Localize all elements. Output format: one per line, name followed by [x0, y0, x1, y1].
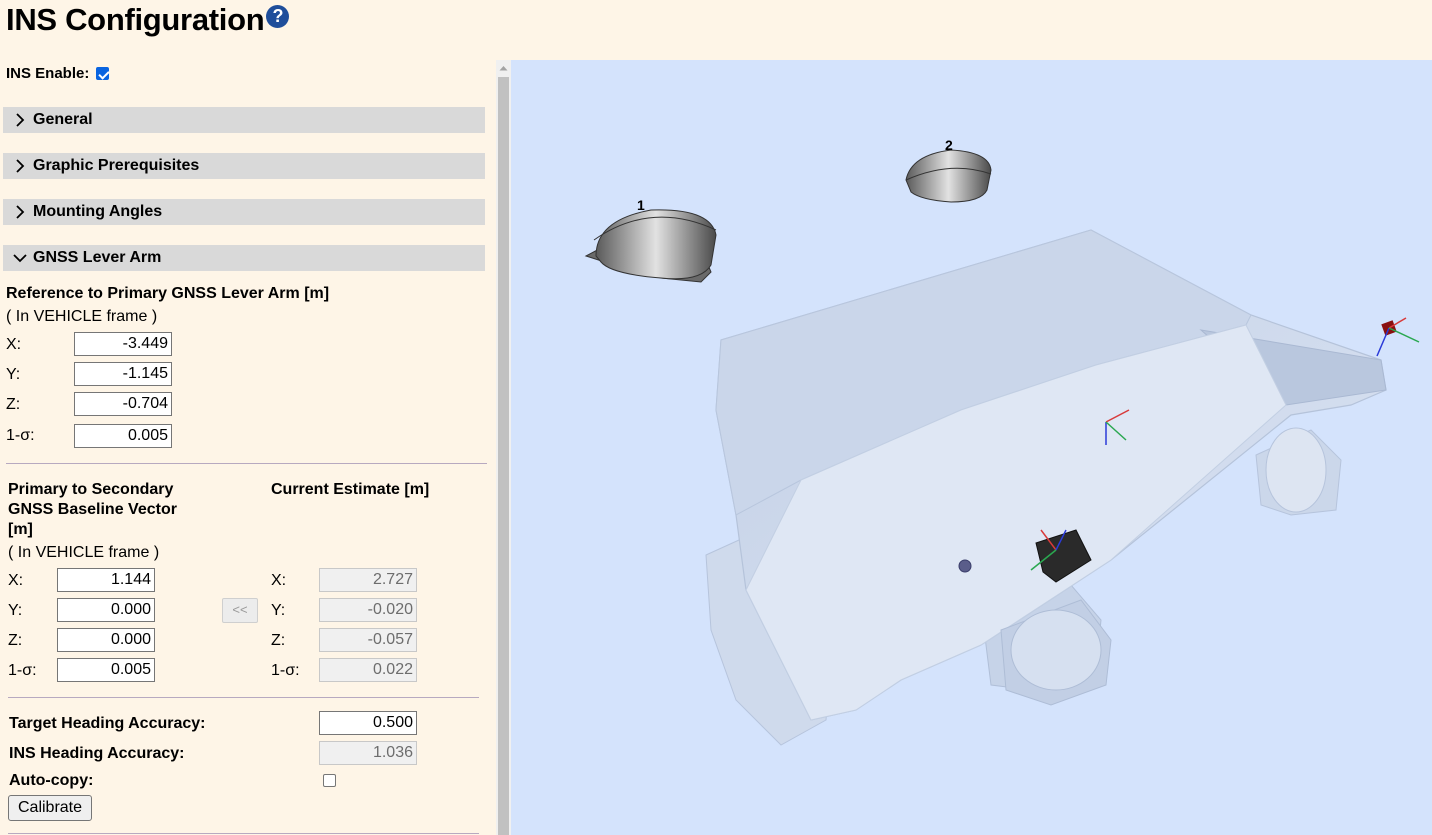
chevron-right-icon: [9, 107, 31, 133]
estimate-z-value: -0.057: [319, 628, 417, 652]
lever-arm-heading: Reference to Primary GNSS Lever Arm [m]: [6, 285, 330, 302]
help-icon[interactable]: ?: [266, 4, 290, 28]
section-mounting-angles[interactable]: Mounting Angles: [3, 199, 485, 225]
estimate-sigma-label: 1-σ:: [271, 662, 300, 679]
ins-heading-accuracy-value: 1.036: [319, 741, 417, 765]
divider: [8, 697, 479, 698]
lever-arm-x-label: X:: [6, 336, 22, 353]
baseline-heading-line1: Primary to Secondary: [8, 481, 174, 498]
ins-heading-accuracy-label: INS Heading Accuracy:: [9, 745, 185, 762]
estimate-z-label: Z:: [271, 632, 286, 649]
section-general[interactable]: General: [3, 107, 485, 133]
baseline-x-input[interactable]: 1.144: [57, 568, 155, 592]
baseline-x-label: X:: [8, 572, 24, 589]
estimate-x-label: X:: [271, 572, 287, 589]
auto-copy-checkbox[interactable]: [323, 774, 336, 787]
secondary-sensor-marker: [1376, 317, 1420, 357]
lever-arm-y-label: Y:: [6, 366, 21, 383]
baseline-z-input[interactable]: 0.000: [57, 628, 155, 652]
gnss-antenna-1: 1: [584, 197, 717, 283]
ins-enable-label: INS Enable:: [6, 65, 90, 82]
calibrate-button[interactable]: Calibrate: [8, 795, 92, 821]
divider: [6, 463, 487, 464]
auto-copy-label: Auto-copy:: [9, 772, 94, 789]
baseline-z-label: Z:: [8, 632, 23, 649]
reference-point-marker: [958, 559, 972, 573]
copy-estimate-button[interactable]: <<: [222, 598, 258, 623]
chevron-down-icon: [9, 245, 31, 271]
baseline-y-label: Y:: [8, 602, 23, 619]
target-heading-accuracy-input[interactable]: 0.500: [319, 711, 417, 735]
lever-arm-z-input[interactable]: -0.704: [74, 392, 172, 416]
page-title: INS Configuration ?: [6, 2, 290, 38]
section-general-label: General: [33, 111, 93, 128]
vehicle-3d-viewport[interactable]: 1 2: [511, 60, 1432, 835]
baseline-y-input[interactable]: 0.000: [57, 598, 155, 622]
estimate-x-value: 2.727: [319, 568, 417, 592]
baseline-sigma-label: 1-σ:: [8, 662, 37, 679]
gnss-antenna-2: 2: [905, 137, 992, 203]
lever-arm-sigma-input[interactable]: 0.005: [74, 424, 172, 448]
antenna-2-label: 2: [945, 137, 953, 153]
section-graphic-prerequisites[interactable]: Graphic Prerequisites: [3, 153, 485, 179]
baseline-heading-line3: [m]: [8, 521, 33, 538]
antenna-1-label: 1: [637, 197, 645, 213]
ins-enable-checkbox[interactable]: [96, 67, 110, 80]
estimate-y-label: Y:: [271, 602, 286, 619]
chevron-right-icon: [9, 199, 31, 225]
scroll-up-arrow-icon[interactable]: [496, 60, 511, 76]
lever-arm-y-input[interactable]: -1.145: [74, 362, 172, 386]
chevron-right-icon: [9, 153, 31, 179]
panel-scrollbar[interactable]: [496, 60, 511, 835]
section-graphic-prerequisites-label: Graphic Prerequisites: [33, 157, 200, 174]
page-title-text: INS Configuration: [6, 2, 265, 37]
lever-arm-x-input[interactable]: -3.449: [74, 332, 172, 356]
estimate-sigma-value: 0.022: [319, 658, 417, 682]
scroll-thumb[interactable]: [498, 77, 509, 835]
baseline-heading-line2: GNSS Baseline Vector: [8, 501, 177, 518]
section-gnss-lever-arm[interactable]: GNSS Lever Arm: [3, 245, 485, 271]
lever-arm-z-label: Z:: [6, 396, 21, 413]
section-gnss-lever-arm-label: GNSS Lever Arm: [33, 249, 162, 266]
lever-arm-sigma-label: 1-σ:: [6, 427, 35, 444]
vehicle-scene: 1 2: [584, 137, 1420, 746]
config-panel: INS Enable: General Graphic Prerequisite…: [0, 60, 496, 835]
lever-arm-frame-note: ( In VEHICLE frame ): [6, 308, 158, 325]
estimate-y-value: -0.020: [319, 598, 417, 622]
baseline-sigma-input[interactable]: 0.005: [57, 658, 155, 682]
target-heading-accuracy-label: Target Heading Accuracy:: [9, 715, 206, 732]
divider: [8, 833, 479, 834]
wheel-front: [1255, 427, 1342, 516]
estimate-heading: Current Estimate [m]: [271, 481, 430, 498]
baseline-frame-note: ( In VEHICLE frame ): [8, 544, 160, 561]
ins-enable-row: INS Enable:: [6, 65, 110, 82]
section-mounting-angles-label: Mounting Angles: [33, 203, 163, 220]
